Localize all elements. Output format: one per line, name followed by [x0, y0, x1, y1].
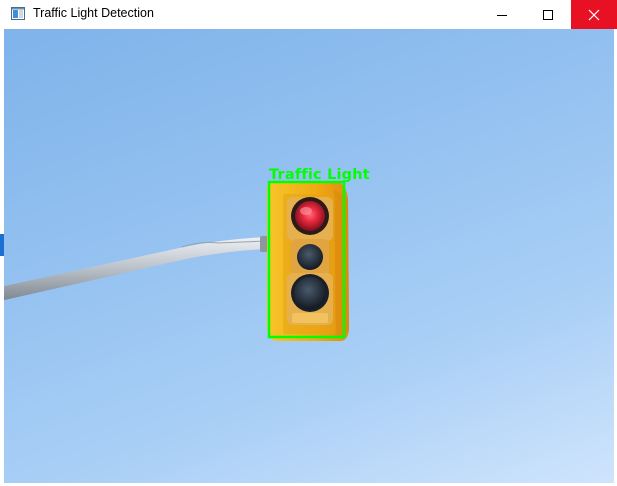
app-window: Traffic Light Detection Traffic Light: [0, 0, 617, 486]
detection-label: Traffic Light: [269, 167, 370, 183]
minimize-icon: [497, 14, 507, 16]
title-bar[interactable]: Traffic Light Detection: [0, 0, 617, 29]
window-title: Traffic Light Detection: [33, 6, 154, 20]
green-lamp: [287, 273, 333, 325]
red-lamp: [287, 197, 333, 241]
amber-lamp: [291, 239, 329, 275]
window-app-icon: [11, 7, 25, 20]
close-icon: [588, 9, 600, 20]
maximize-button[interactable]: [525, 0, 571, 29]
minimize-button[interactable]: [479, 0, 525, 29]
close-button[interactable]: [571, 0, 617, 29]
image-view: Traffic Light: [4, 29, 614, 483]
maximize-icon: [543, 9, 553, 20]
scene: [4, 180, 349, 341]
signal-pole-arm: [4, 236, 270, 301]
